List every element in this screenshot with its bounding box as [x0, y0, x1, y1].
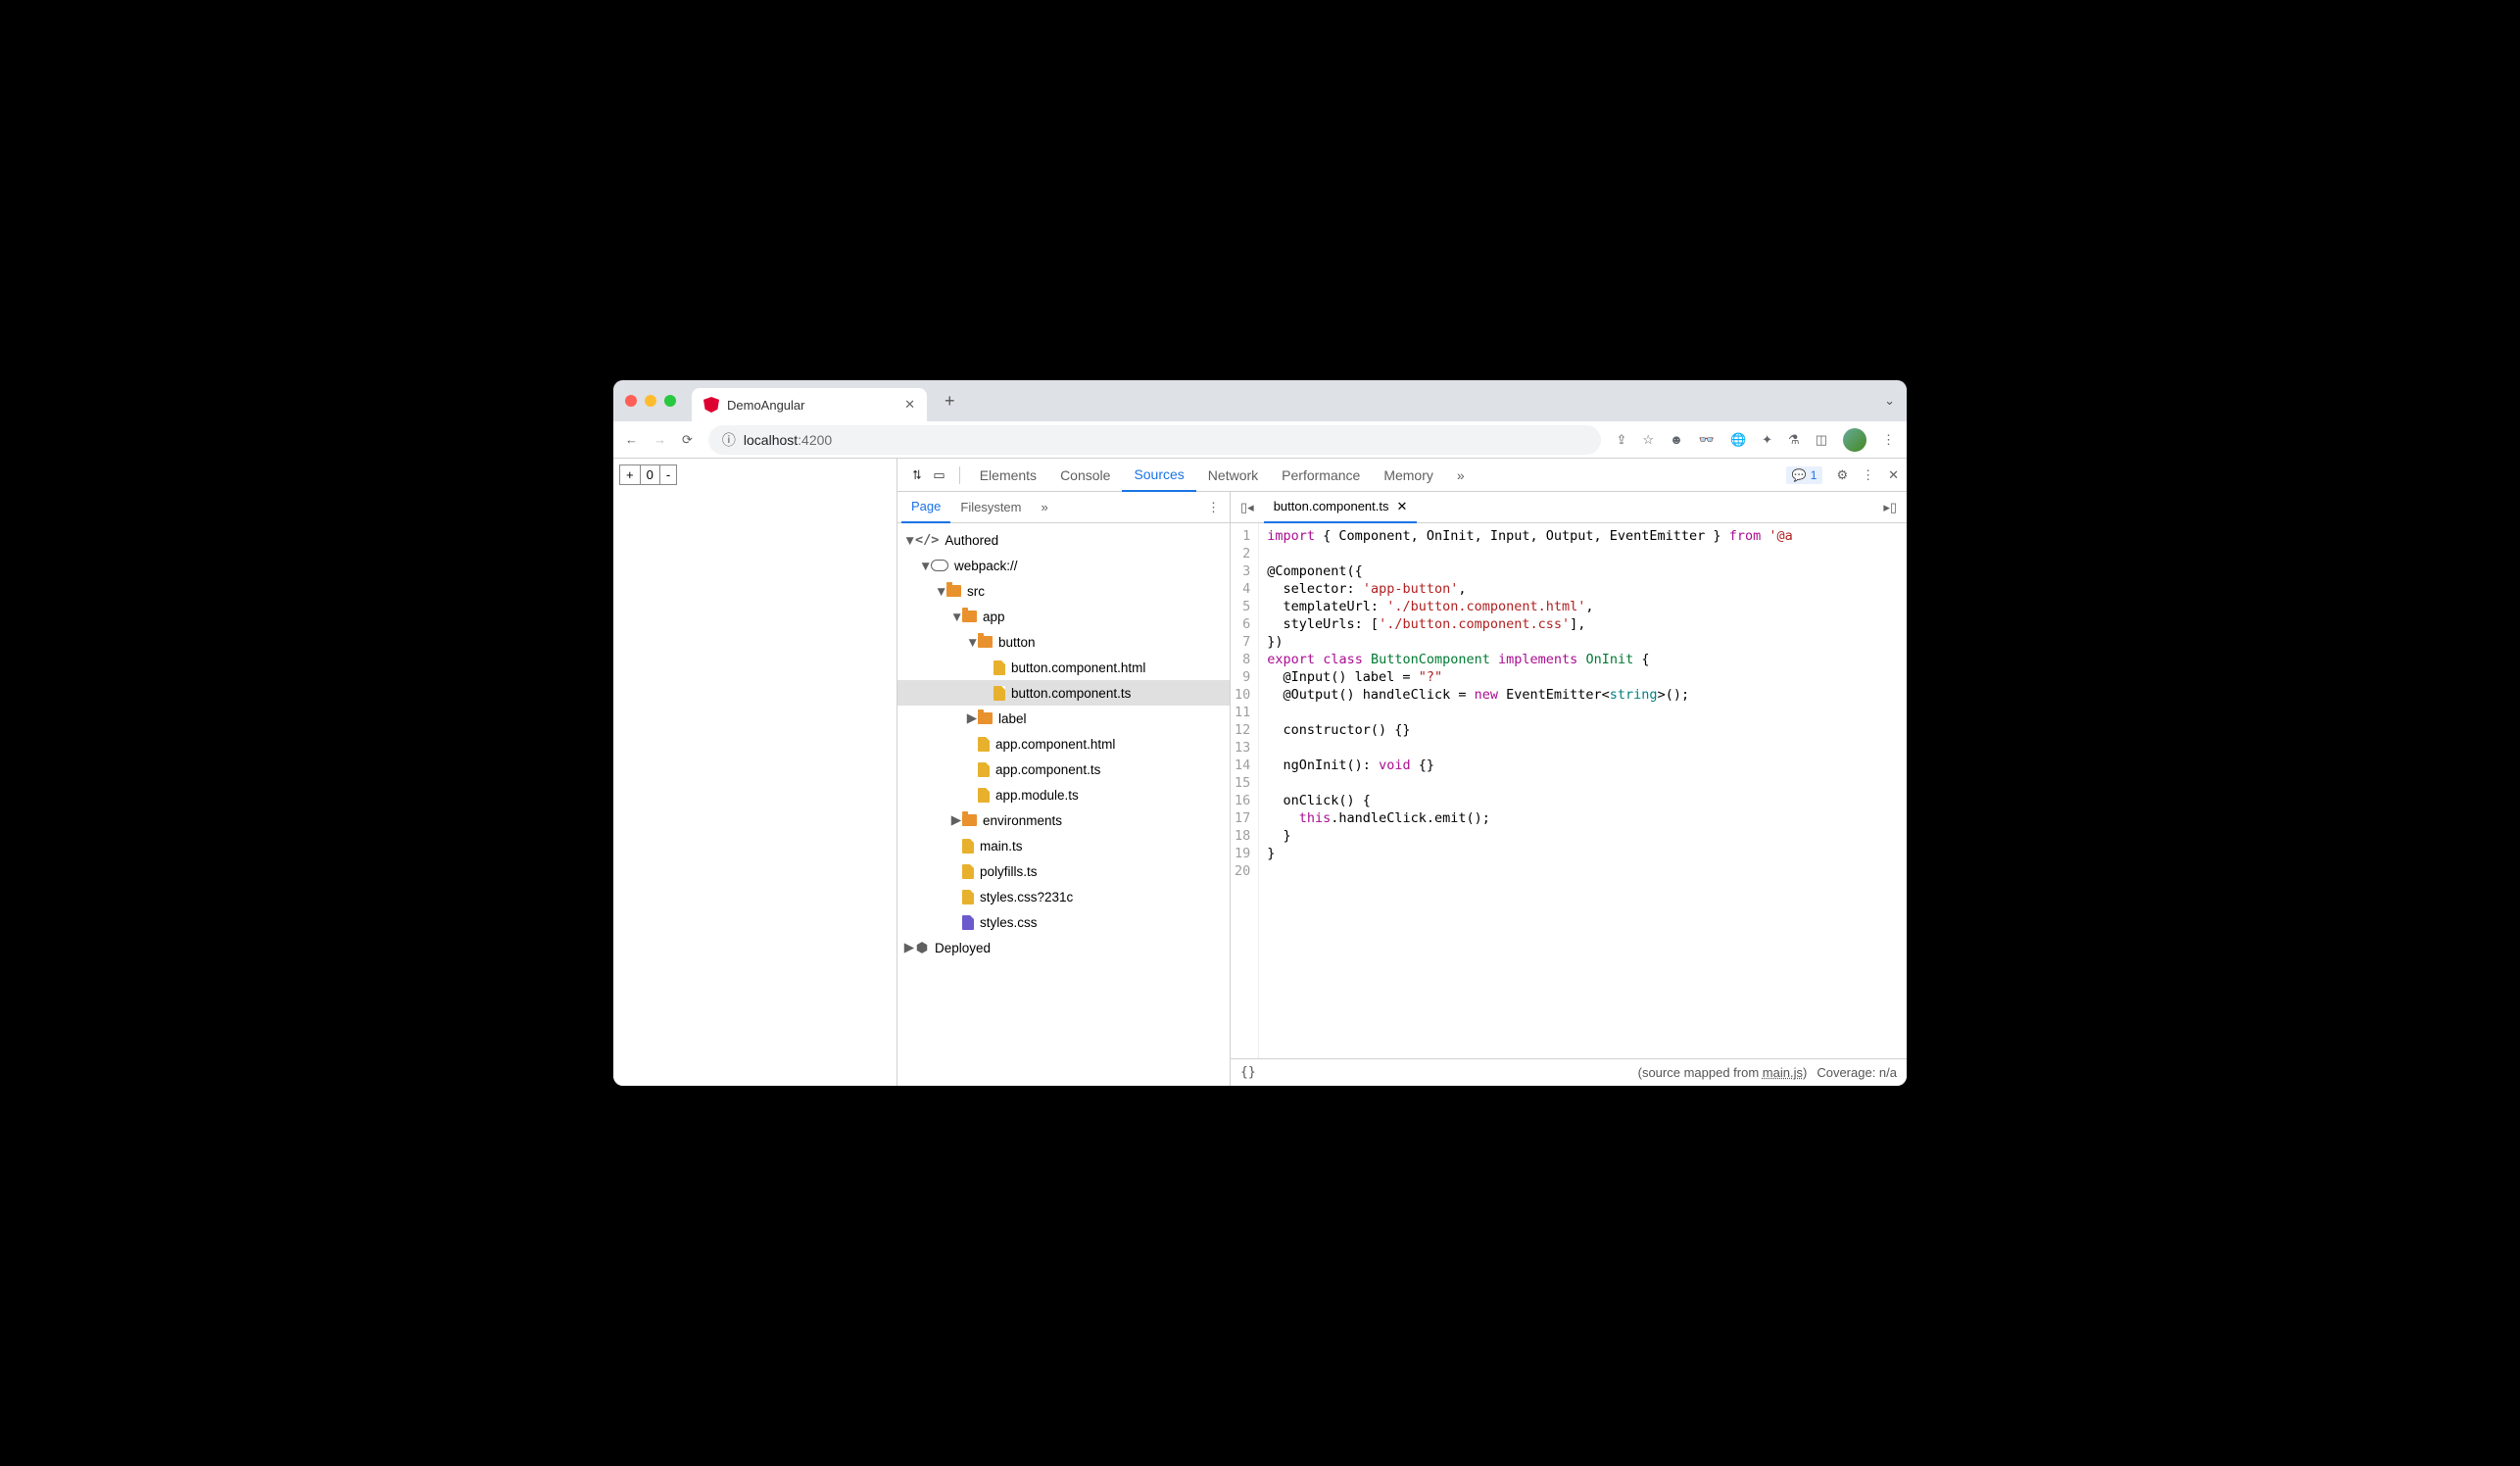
tab-performance[interactable]: Performance: [1270, 459, 1372, 492]
settings-icon[interactable]: ⚙: [1836, 467, 1848, 483]
tab-sources[interactable]: Sources: [1122, 459, 1195, 492]
maximize-window-button[interactable]: [664, 395, 676, 407]
editor-pane: ▯◂ button.component.ts ✕ ▸▯ 123456789101…: [1231, 492, 1907, 1086]
tree-button-folder[interactable]: ▼button: [897, 629, 1230, 655]
close-file-tab[interactable]: ✕: [1397, 499, 1408, 514]
tab-network[interactable]: Network: [1196, 459, 1270, 492]
inspect-icon[interactable]: ⮁: [905, 467, 927, 483]
tab-title: DemoAngular: [727, 398, 805, 413]
tree-app-html[interactable]: app.component.html: [897, 731, 1230, 757]
tree-webpack[interactable]: ▼webpack://: [897, 553, 1230, 578]
toolbar-icons: ⇪ ☆ ☻ 👓 🌐 ✦ ⚗ ◫ ⋮: [1617, 428, 1895, 452]
nav-more-icon[interactable]: ⋮: [1201, 500, 1226, 515]
editor-tabs: ▯◂ button.component.ts ✕ ▸▯: [1231, 492, 1907, 523]
devtools-tabs: ⮁ ▭ Elements Console Sources Network Per…: [897, 459, 1907, 492]
tree-environments[interactable]: ▶environments: [897, 807, 1230, 833]
traffic-lights: [625, 395, 676, 407]
url-port: :4200: [798, 432, 832, 448]
coverage-info: Coverage: n/a: [1817, 1065, 1897, 1080]
tree-styles[interactable]: styles.css: [897, 909, 1230, 935]
tree-button-ts[interactable]: button.component.ts: [897, 680, 1230, 706]
url-field[interactable]: ⓘ localhost:4200: [708, 425, 1601, 455]
format-icon[interactable]: {}: [1240, 1065, 1256, 1080]
forward-button[interactable]: →: [654, 432, 666, 447]
source-map-link[interactable]: main.js: [1763, 1065, 1803, 1080]
browser-window: DemoAngular ✕ + ⌄ ← → ⟳ ⓘ localhost:4200…: [613, 380, 1907, 1086]
tree-app-module[interactable]: app.module.ts: [897, 782, 1230, 807]
tree-polyfills[interactable]: polyfills.ts: [897, 858, 1230, 884]
decrement-button[interactable]: -: [660, 465, 676, 484]
menu-icon[interactable]: ⋮: [1882, 432, 1895, 448]
tab-elements[interactable]: Elements: [968, 459, 1048, 492]
device-toggle-icon[interactable]: ▭: [927, 467, 950, 483]
devtools-body: Page Filesystem » ⋮ ▼</>Authored ▼webpac…: [897, 492, 1907, 1086]
tree-styles-q[interactable]: styles.css?231c: [897, 884, 1230, 909]
increment-button[interactable]: +: [620, 465, 641, 484]
extension-face-icon[interactable]: ☻: [1670, 432, 1683, 447]
share-icon[interactable]: ⇪: [1617, 432, 1627, 448]
counter-value: 0: [641, 465, 660, 484]
tab-overflow[interactable]: »: [1445, 459, 1477, 492]
source-map-info: (source mapped from main.js): [1638, 1065, 1808, 1080]
file-tab[interactable]: button.component.ts ✕: [1264, 492, 1418, 523]
angular-icon: [703, 397, 719, 413]
nav-tab-page[interactable]: Page: [901, 492, 950, 523]
nav-tab-overflow[interactable]: »: [1032, 492, 1058, 523]
toggle-debugger-icon[interactable]: ▸▯: [1877, 500, 1903, 515]
titlebar: DemoAngular ✕ + ⌄: [613, 380, 1907, 421]
minimize-window-button[interactable]: [645, 395, 656, 407]
side-panel-icon[interactable]: ◫: [1816, 432, 1827, 448]
close-tab-button[interactable]: ✕: [904, 397, 915, 413]
tab-memory[interactable]: Memory: [1372, 459, 1445, 492]
tree-src[interactable]: ▼src: [897, 578, 1230, 604]
extension-globe-icon[interactable]: 🌐: [1730, 432, 1746, 448]
extension-incognito-icon[interactable]: 👓: [1699, 432, 1715, 448]
site-info-icon[interactable]: ⓘ: [722, 430, 736, 450]
tree-main-ts[interactable]: main.ts: [897, 833, 1230, 858]
tree-deployed[interactable]: ▶Deployed: [897, 935, 1230, 960]
more-icon[interactable]: ⋮: [1862, 467, 1874, 483]
counter-widget: + 0 -: [619, 464, 677, 485]
source-tree: ▼</>Authored ▼webpack:// ▼src ▼app ▼butt…: [897, 523, 1230, 1086]
extensions-puzzle-icon[interactable]: ✦: [1762, 432, 1772, 448]
file-tab-label: button.component.ts: [1274, 499, 1389, 513]
tree-app[interactable]: ▼app: [897, 604, 1230, 629]
issues-badge[interactable]: 💬 1: [1786, 466, 1823, 484]
tree-authored[interactable]: ▼</>Authored: [897, 527, 1230, 553]
back-button[interactable]: ←: [625, 432, 638, 447]
close-window-button[interactable]: [625, 395, 637, 407]
content-area: + 0 - ⮁ ▭ Elements Console Sources Netwo…: [613, 459, 1907, 1086]
tree-label-folder[interactable]: ▶label: [897, 706, 1230, 731]
status-bar: {} (source mapped from main.js) Coverage…: [1231, 1058, 1907, 1086]
url-bar: ← → ⟳ ⓘ localhost:4200 ⇪ ☆ ☻ 👓 🌐 ✦ ⚗ ◫ ⋮: [613, 421, 1907, 459]
gutter: 1234567891011121314151617181920: [1231, 523, 1259, 1058]
navigator-pane: Page Filesystem » ⋮ ▼</>Authored ▼webpac…: [897, 492, 1231, 1086]
close-devtools-button[interactable]: ✕: [1888, 467, 1899, 483]
labs-icon[interactable]: ⚗: [1788, 432, 1800, 448]
tab-overflow-button[interactable]: ⌄: [1884, 393, 1895, 409]
new-tab-button[interactable]: +: [945, 391, 955, 412]
nav-tab-filesystem[interactable]: Filesystem: [950, 492, 1031, 523]
browser-tab[interactable]: DemoAngular ✕: [692, 388, 927, 421]
navigator-tabs: Page Filesystem » ⋮: [897, 492, 1230, 523]
profile-avatar[interactable]: [1843, 428, 1866, 452]
page-viewport: + 0 -: [613, 459, 897, 1086]
code-editor[interactable]: 1234567891011121314151617181920 import {…: [1231, 523, 1907, 1058]
bookmark-icon[interactable]: ☆: [1642, 432, 1654, 448]
tree-app-ts[interactable]: app.component.ts: [897, 757, 1230, 782]
devtools: ⮁ ▭ Elements Console Sources Network Per…: [897, 459, 1907, 1086]
reload-button[interactable]: ⟳: [682, 432, 693, 448]
url-host: localhost: [744, 432, 798, 448]
toggle-navigator-icon[interactable]: ▯◂: [1235, 500, 1260, 515]
code-area[interactable]: import { Component, OnInit, Input, Outpu…: [1259, 523, 1907, 1058]
tree-button-html[interactable]: button.component.html: [897, 655, 1230, 680]
tab-console[interactable]: Console: [1048, 459, 1122, 492]
